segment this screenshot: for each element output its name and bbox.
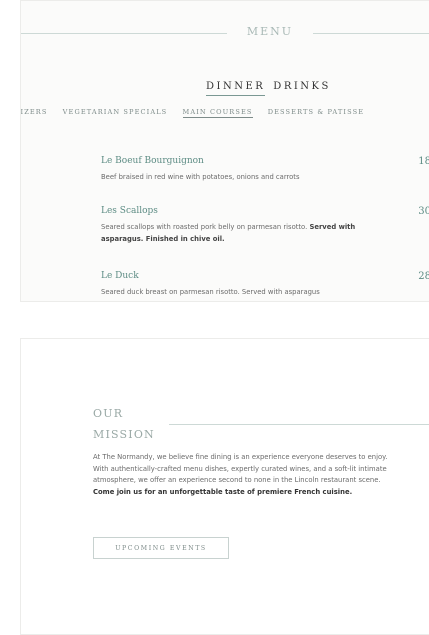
dish-name: Le Boeuf Bourguignon — [101, 156, 204, 166]
dish-description: Seared duck breast on parmesan risotto. … — [101, 288, 320, 296]
mission-section: OUR MISSION At The Normandy, we believe … — [20, 338, 429, 635]
divider-line — [313, 33, 429, 34]
divider-line — [169, 424, 429, 425]
menu-title: MENU — [246, 25, 294, 38]
tab-vegetarian-specials[interactable]: VEGETARIAN SPECIALS — [63, 108, 168, 116]
dish-item: Le Duck 28 Seared duck breast on parmesa… — [101, 271, 429, 298]
mission-title: OUR MISSION — [93, 407, 155, 441]
category-tabs: PPETIZERS VEGETARIAN SPECIALS MAIN COURS… — [21, 108, 376, 118]
dish-description: Seared scallops with roasted pork belly … — [101, 223, 356, 243]
mission-text: At The Normandy, we believe fine dining … — [93, 453, 388, 496]
tab-drinks[interactable]: DRINKS — [273, 81, 331, 92]
dish-price: 28 — [418, 271, 429, 282]
tab-dinner[interactable]: DINNER — [206, 81, 266, 96]
upcoming-events-button[interactable]: UPCOMING EVENTS — [93, 537, 229, 559]
dish-item: Les Scallops 30 Seared scallops with roa… — [101, 206, 429, 245]
dish-description: Beef braised in red wine with potatoes, … — [101, 173, 300, 181]
dish-item: Le Boeuf Bourguignon 18 Beef braised in … — [101, 156, 429, 183]
tab-desserts-patisserie[interactable]: DESSERTS & PATISSE — [268, 108, 364, 116]
tab-main-courses[interactable]: MAIN COURSES — [182, 108, 253, 118]
dish-name: Le Duck — [101, 271, 139, 281]
menu-section: MENU DINNER DRINKS PPETIZERS VEGETARIAN S… — [20, 0, 429, 302]
menu-type-switch: DINNER DRINKS — [206, 81, 331, 96]
dish-price: 18 — [418, 156, 429, 167]
tab-appetizers[interactable]: PPETIZERS — [21, 108, 47, 116]
divider-line — [21, 33, 227, 34]
menu-heading: MENU — [21, 23, 429, 43]
dish-name: Les Scallops — [101, 206, 158, 216]
dish-price: 30 — [418, 206, 429, 217]
